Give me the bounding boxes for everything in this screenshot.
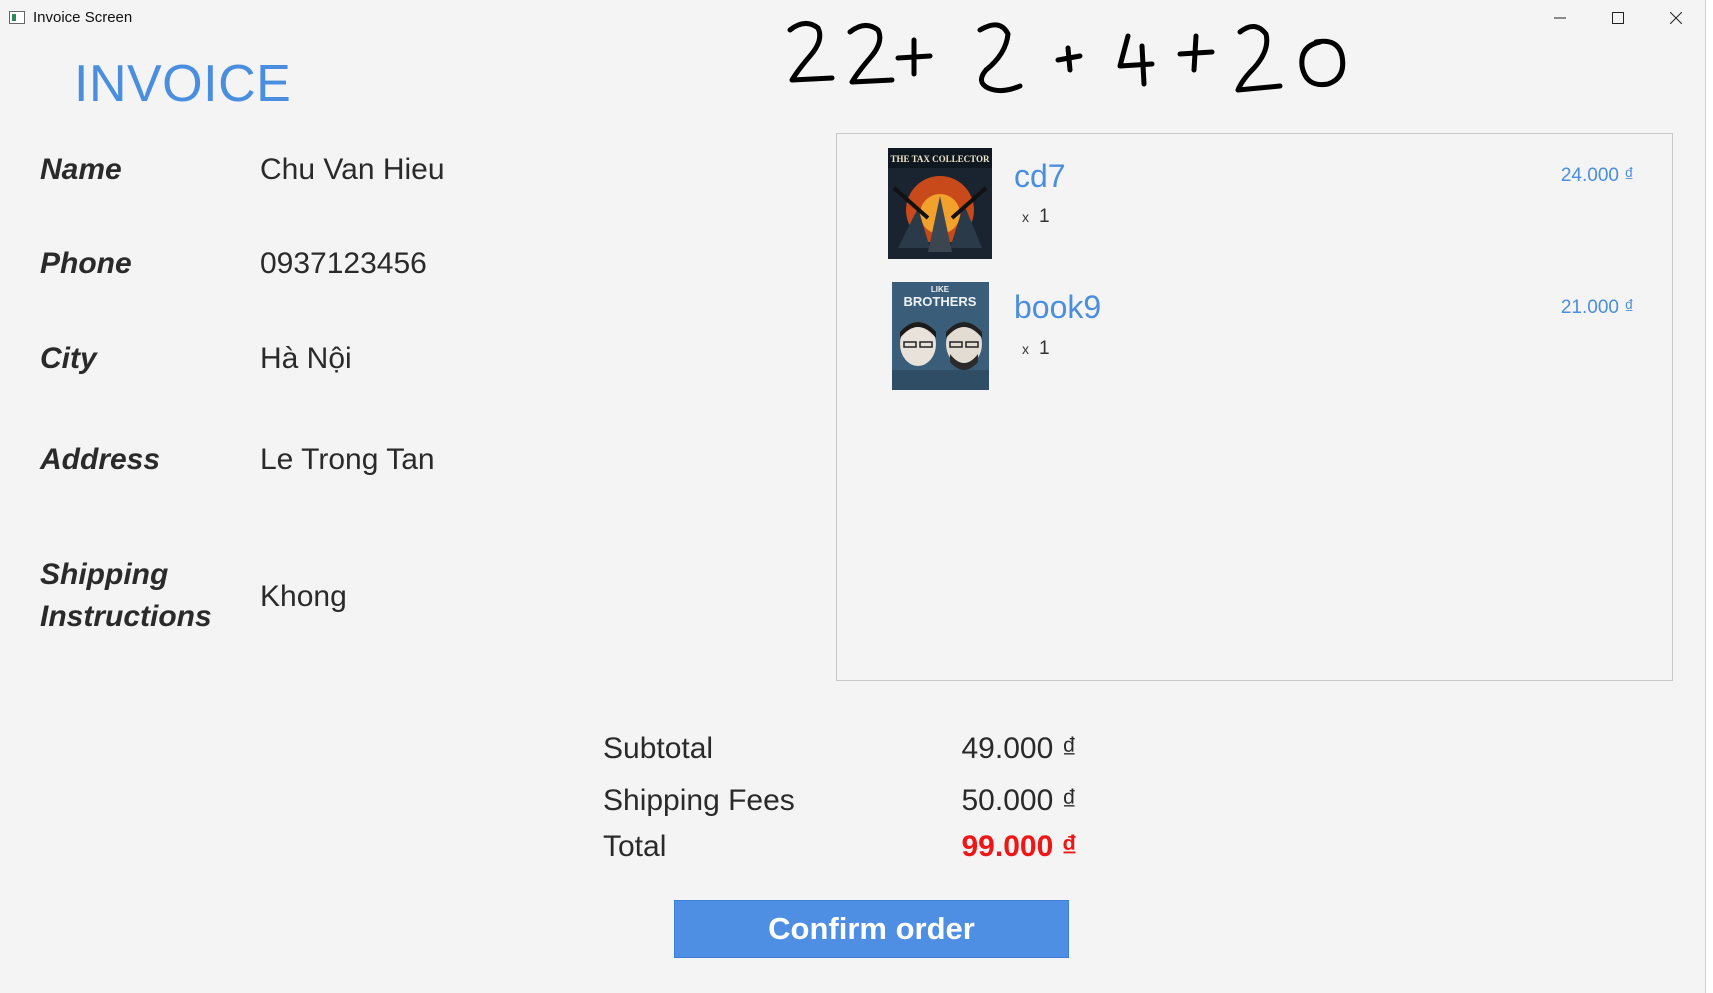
name-value: Chu Van Hieu: [260, 153, 445, 186]
city-value: Hà Nội: [260, 342, 352, 375]
phone-label: Phone: [40, 247, 132, 280]
item-price: 24.000 ₫: [1560, 165, 1634, 186]
qty-value: 1: [1039, 206, 1050, 227]
total-label: Total: [603, 830, 667, 863]
total-value: 99.000 ₫: [961, 830, 1078, 863]
maximize-icon: [1612, 12, 1624, 24]
handwritten-annotation: [787, 21, 1346, 94]
shipping-instructions-label-line1: Shipping: [40, 558, 169, 591]
invoice-window: Invoice Screen INVOICE Name Chu Van Hieu…: [0, 0, 1706, 993]
maximize-button[interactable]: [1589, 0, 1647, 36]
item-name: book9: [1014, 289, 1102, 325]
item-quantity: x1: [1022, 206, 1050, 228]
cd7-cover-title: THE TAX COLLECTOR: [890, 154, 990, 164]
address-label: Address: [40, 443, 161, 476]
cd7-cover-image: THE TAX COLLECTOR: [888, 148, 992, 259]
window-title: Invoice Screen: [33, 9, 133, 26]
item-quantity: x1: [1022, 338, 1050, 360]
confirm-order-button[interactable]: Confirm order: [674, 900, 1069, 958]
shipping-fees-value: 50.000 ₫: [961, 784, 1078, 817]
invoice-heading: INVOICE: [74, 55, 292, 113]
shipping-instructions-value: Khong: [260, 580, 347, 613]
book9-cover-top: LIKE: [931, 285, 950, 294]
qty-value: 1: [1039, 338, 1050, 359]
cart-items-panel[interactable]: THE TAX COLLECTOR cd7 x1 24.000 ₫ LIKE B…: [836, 133, 1673, 681]
item-name: cd7: [1014, 158, 1066, 194]
shipping-fees-label: Shipping Fees: [603, 784, 795, 817]
phone-value: 0937123456: [260, 247, 427, 280]
minimize-button[interactable]: [1531, 0, 1589, 36]
qty-prefix: x: [1022, 209, 1029, 225]
subtotal-value: 49.000 ₫: [961, 732, 1078, 765]
shipping-instructions-label: Shipping Instructions: [40, 554, 212, 638]
book9-cover-title: BROTHERS: [904, 294, 977, 309]
shipping-instructions-label-line2: Instructions: [40, 600, 212, 633]
address-value: Le Trong Tan: [260, 443, 435, 476]
qty-prefix: x: [1022, 341, 1029, 357]
close-button[interactable]: [1647, 0, 1705, 36]
close-icon: [1670, 12, 1682, 24]
city-label: City: [40, 342, 97, 375]
book9-cover-image: LIKE BROTHERS: [892, 282, 989, 390]
app-icon: [9, 11, 25, 24]
subtotal-label: Subtotal: [603, 732, 714, 765]
name-label: Name: [40, 153, 122, 186]
minimize-icon: [1554, 17, 1566, 19]
item-price: 21.000 ₫: [1560, 297, 1634, 318]
